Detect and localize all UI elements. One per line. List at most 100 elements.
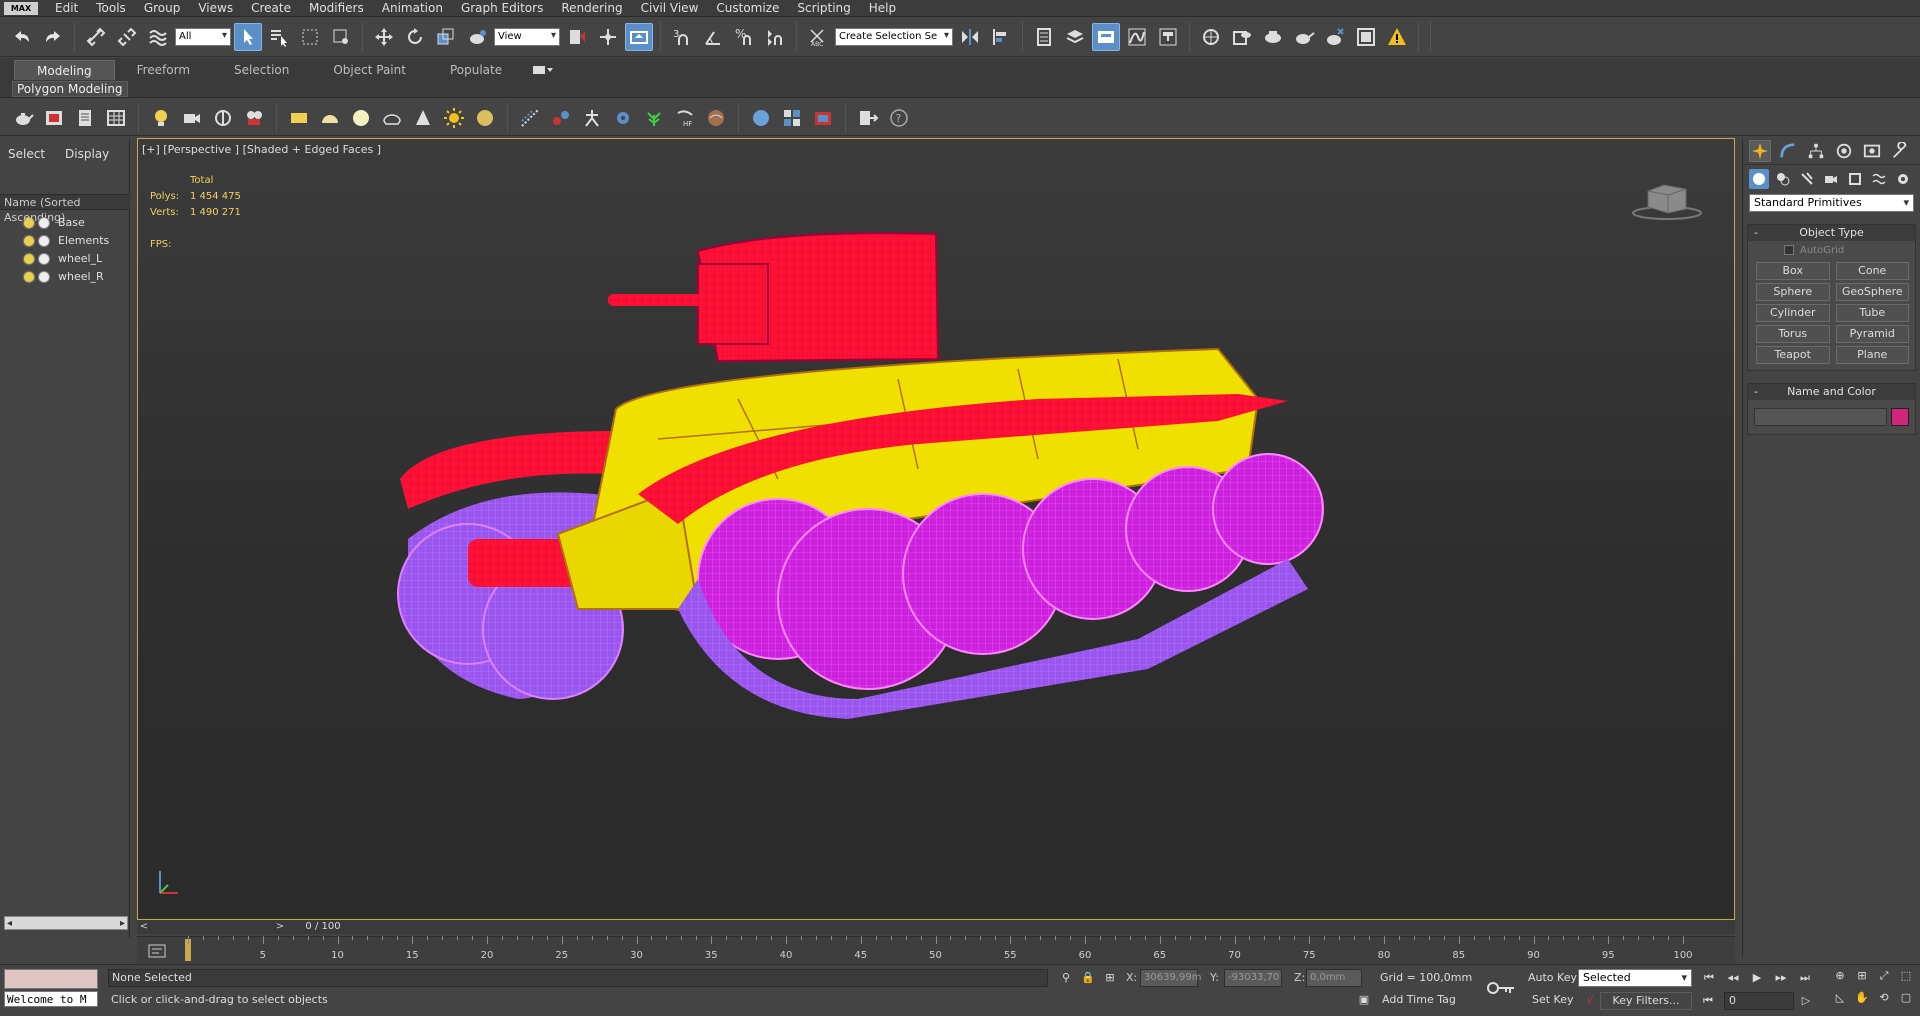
key-mode-toggle-icon[interactable]: ⏮ xyxy=(1700,993,1716,1009)
torus-button[interactable]: Torus xyxy=(1756,325,1830,343)
curve-editor-button[interactable] xyxy=(1123,23,1151,51)
gear-button[interactable] xyxy=(610,105,636,131)
render-window-button[interactable] xyxy=(41,105,67,131)
zoom-icon[interactable]: ⊕ xyxy=(1832,969,1848,987)
layer-manager-button[interactable] xyxy=(1030,23,1058,51)
light-bulb-icon[interactable] xyxy=(24,271,34,282)
rect-selection-button[interactable] xyxy=(296,23,324,51)
pan-icon[interactable]: ✋ xyxy=(1854,991,1870,1009)
cylinder-button[interactable]: Cylinder xyxy=(1756,304,1830,322)
export-button[interactable] xyxy=(855,105,881,131)
menu-edit[interactable]: Edit xyxy=(46,1,87,15)
pyramid-button[interactable]: Pyramid xyxy=(1835,325,1909,343)
selection-filter-dropdown[interactable]: All xyxy=(175,27,231,46)
cone-button[interactable]: Cone xyxy=(1835,262,1909,280)
menu-group[interactable]: Group xyxy=(135,1,190,15)
rotate-button[interactable] xyxy=(401,23,429,51)
sphere-button[interactable]: Sphere xyxy=(1756,283,1830,301)
time-slider-prev-icon[interactable]: < xyxy=(137,920,151,934)
explorer-display-menu[interactable]: Display xyxy=(65,147,109,161)
render-frame-button[interactable] xyxy=(1352,23,1380,51)
tab-populate[interactable]: Populate xyxy=(428,60,524,80)
set-key-icon[interactable] xyxy=(1486,979,1516,997)
next-frame-icon[interactable]: ▸▸ xyxy=(1772,969,1790,987)
scroll-right-icon[interactable]: ▸ xyxy=(120,918,125,929)
hair-fur-button[interactable]: HF xyxy=(672,105,698,131)
angle-snap-toggle[interactable] xyxy=(699,23,727,51)
play-icon[interactable]: ▶ xyxy=(1748,969,1766,987)
y-coordinate-field[interactable]: -93033,70 xyxy=(1224,969,1282,987)
tab-object-paint[interactable]: Object Paint xyxy=(311,60,428,80)
time-slider[interactable]: < 0 / 100 > xyxy=(137,920,1735,934)
key-selection-dropdown[interactable]: Selected xyxy=(1578,969,1692,987)
track-bar-menu-icon[interactable] xyxy=(147,943,167,959)
key-filters-button[interactable]: Key Filters... xyxy=(1600,992,1692,1010)
sun-light-button[interactable] xyxy=(441,105,467,131)
document-button[interactable] xyxy=(72,105,98,131)
lock-icon[interactable]: 🔒 xyxy=(1080,970,1096,986)
go-to-start-icon[interactable]: ⏮ xyxy=(1700,969,1718,987)
scale-button[interactable] xyxy=(432,23,460,51)
toggle-ribbon-button[interactable] xyxy=(1092,22,1120,51)
redo-button[interactable] xyxy=(39,23,67,51)
list-item[interactable]: wheel_L xyxy=(0,250,130,267)
menu-customize[interactable]: Customize xyxy=(707,1,788,15)
camera-button[interactable] xyxy=(179,105,205,131)
visibility-icon[interactable] xyxy=(38,252,50,265)
cameras-category-button[interactable] xyxy=(1821,169,1841,189)
maximize-viewport-icon[interactable]: ▢ xyxy=(1898,991,1914,1009)
systems-category-button[interactable] xyxy=(1893,169,1913,189)
scene-explorer-button[interactable] xyxy=(1061,23,1089,51)
go-to-end-icon[interactable]: ⏭ xyxy=(1796,969,1814,987)
dome-primitive-button[interactable] xyxy=(379,105,405,131)
light-bulb-icon[interactable] xyxy=(24,235,34,246)
time-slider-thumb[interactable]: 0 / 100 xyxy=(287,920,359,934)
place-button[interactable] xyxy=(463,23,491,51)
list-item[interactable]: Elements xyxy=(0,232,130,249)
polygon-modeling-panel[interactable]: Polygon Modeling xyxy=(12,81,128,97)
helpers-category-button[interactable] xyxy=(1845,169,1865,189)
sphere-primitive-button[interactable] xyxy=(348,105,374,131)
render-setup-button[interactable] xyxy=(1228,23,1256,51)
maxscript-listener-output[interactable]: Welcome to M xyxy=(4,991,98,1007)
visibility-icon[interactable] xyxy=(38,234,50,247)
field-of-view-icon[interactable]: ◺ xyxy=(1832,991,1848,1009)
hemisphere-primitive-button[interactable] xyxy=(317,105,343,131)
molecule-button[interactable] xyxy=(548,105,574,131)
tab-selection[interactable]: Selection xyxy=(212,60,311,80)
autogrid-checkbox[interactable] xyxy=(1784,245,1794,255)
z-coordinate-field[interactable]: 0,0mm xyxy=(1306,969,1362,987)
schematic-view-button[interactable] xyxy=(1154,23,1182,51)
menu-help[interactable]: Help xyxy=(860,1,905,15)
add-time-tag[interactable]: Add Time Tag xyxy=(1382,993,1456,1006)
time-tag-icon[interactable]: ▣ xyxy=(1356,992,1372,1008)
list-item[interactable]: wheel_R xyxy=(0,268,130,285)
hierarchy-tab[interactable] xyxy=(1805,140,1827,162)
link-button[interactable] xyxy=(82,23,110,51)
set-key-button[interactable]: Set Key xyxy=(1532,993,1574,1006)
zoom-extents-icon[interactable]: ⤢ xyxy=(1876,969,1892,987)
zoom-extents-all-icon[interactable]: ⬚ xyxy=(1898,969,1914,987)
snaps-toggle[interactable]: 3 xyxy=(668,23,696,51)
named-selection-sets-dropdown[interactable]: Create Selection Se xyxy=(835,27,953,46)
scroll-left-icon[interactable]: ◂ xyxy=(7,918,12,929)
light-bulb-icon[interactable] xyxy=(24,253,34,264)
menu-civil-view[interactable]: Civil View xyxy=(632,1,708,15)
time-configuration-icon[interactable]: ▷ xyxy=(1798,993,1814,1009)
previous-frame-icon[interactable]: ◂◂ xyxy=(1724,969,1742,987)
primitive-type-dropdown[interactable]: Standard Primitives xyxy=(1749,194,1914,212)
ref-coord-dropdown[interactable]: View xyxy=(494,27,560,46)
motion-tab[interactable] xyxy=(1833,140,1855,162)
undo-button[interactable] xyxy=(8,23,36,51)
render-production-button[interactable] xyxy=(1290,23,1318,51)
help-button[interactable]: ? xyxy=(886,105,912,131)
maxscript-mini-listener[interactable] xyxy=(4,969,98,989)
select-manipulate-button[interactable] xyxy=(594,23,622,51)
create-tab[interactable] xyxy=(1749,140,1771,162)
plane-primitive-button[interactable] xyxy=(286,105,312,131)
viewcube[interactable] xyxy=(1630,177,1704,221)
render-iterative-button[interactable] xyxy=(1321,23,1349,51)
keyboard-shortcut-toggle[interactable] xyxy=(625,22,653,51)
ribbon-options-button[interactable] xyxy=(532,64,554,76)
light-bulb-icon[interactable] xyxy=(24,217,34,228)
